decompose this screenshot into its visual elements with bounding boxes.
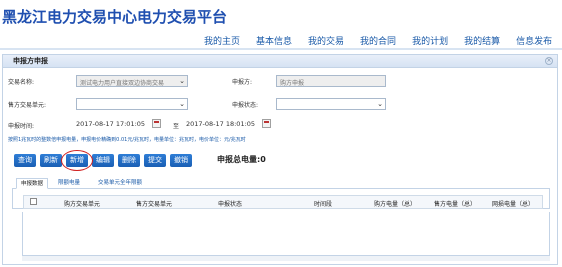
calendar-icon[interactable] [262,119,271,128]
time-label: 申报时间: [8,123,35,130]
tab-declaration-data[interactable]: 申报数据 [16,178,49,189]
total-volume-label: 申报总电量:0 [217,155,266,164]
declarer-label: 申报方: [232,79,253,86]
declarer-field: 购方申报 [276,75,386,87]
panel-titlebar: 申报方申报 × [3,55,557,68]
trade-name-select[interactable]: 测试电力用户直接双边协商交易 ⌄ [76,75,188,87]
page: 黑龙江电力交易中心电力交易平台 我的主页 基本信息 我的交易 我的合同 我的计划… [0,0,562,267]
status-select[interactable]: ⌄ [276,98,386,110]
delete-button[interactable]: 删除 [118,154,140,167]
trade-name-value: 测试电力用户直接双边协商交易 [80,80,165,87]
declarer-value: 购方申报 [280,80,305,87]
tab-bar: 申报数据 限额电量 交易单元全年限额 [12,178,550,189]
tab-quota-volume[interactable]: 限额电量 [54,178,84,189]
col-status: 申报状态 [218,201,243,208]
col-buyer-volume: 购方电量（总） [374,201,417,208]
refresh-button[interactable]: 刷新 [40,154,62,167]
declaration-note: 按照1兆瓦时的整数倍申报电量，申报电价精确到0.01元/兆瓦时，电量单位：兆瓦时… [8,137,246,143]
revoke-button[interactable]: 撤销 [170,154,192,167]
calendar-icon[interactable] [152,119,161,128]
col-buyer-unit: 购方交易单元 [64,201,101,208]
table-header: 购方交易单元 售方交易单元 申报状态 时间段 购方电量（总） 售方电量（总） 网… [23,195,543,209]
close-icon[interactable]: × [545,57,553,65]
time-to: 至 [173,123,180,130]
highlight-circle [61,150,93,171]
table-container: 购方交易单元 售方交易单元 申报状态 时间段 购方电量（总） 售方电量（总） 网… [12,189,550,209]
header: 黑龙江电力交易中心电力交易平台 我的主页 基本信息 我的交易 我的合同 我的计划… [0,0,562,50]
seller-unit-select[interactable]: ⌄ [76,98,188,110]
toolbar: 查询 刷新 新增 编辑 删除 提交 撤销 [14,150,192,171]
chevron-down-icon: ⌄ [179,100,185,108]
nav-item-home[interactable]: 我的主页 [196,34,248,47]
table-body [22,212,550,258]
horizontal-scrollbar[interactable] [22,255,550,261]
col-loss-volume: 网损电量（总） [492,201,535,208]
nav-item-my-plan[interactable]: 我的计划 [404,34,456,47]
main-nav: 我的主页 基本信息 我的交易 我的合同 我的计划 我的结算 信息发布 [196,34,560,47]
nav-item-basic-info[interactable]: 基本信息 [248,34,300,47]
trade-name-label: 交易名称: [8,79,35,86]
add-button-wrapper: 新增 [61,150,93,171]
seller-unit-label: 售方交易单元: [8,102,47,109]
edit-button[interactable]: 编辑 [92,154,114,167]
nav-item-my-contract[interactable]: 我的合同 [352,34,404,47]
nav-item-my-trade[interactable]: 我的交易 [300,34,352,47]
time-end: 2017-08-17 18:01:05 [186,120,256,128]
time-start: 2017-08-17 17:01:05 [76,120,146,128]
col-seller-volume: 售方电量（总） [434,201,477,208]
submit-button[interactable]: 提交 [144,154,166,167]
status-label: 申报状态: [232,102,259,109]
nav-item-info-release[interactable]: 信息发布 [508,34,560,47]
chevron-down-icon: ⌄ [377,100,383,108]
select-all-checkbox[interactable] [30,198,37,205]
header-divider [0,48,562,50]
query-button[interactable]: 查询 [14,154,36,167]
col-seller-unit: 售方交易单元 [136,201,173,208]
col-period: 时间段 [314,201,333,208]
tab-annual-quota[interactable]: 交易单元全年限额 [94,178,146,189]
panel-title: 申报方申报 [13,57,48,65]
nav-item-my-settlement[interactable]: 我的结算 [456,34,508,47]
chevron-down-icon: ⌄ [179,77,185,85]
brand-title: 黑龙江电力交易中心电力交易平台 [2,8,228,26]
